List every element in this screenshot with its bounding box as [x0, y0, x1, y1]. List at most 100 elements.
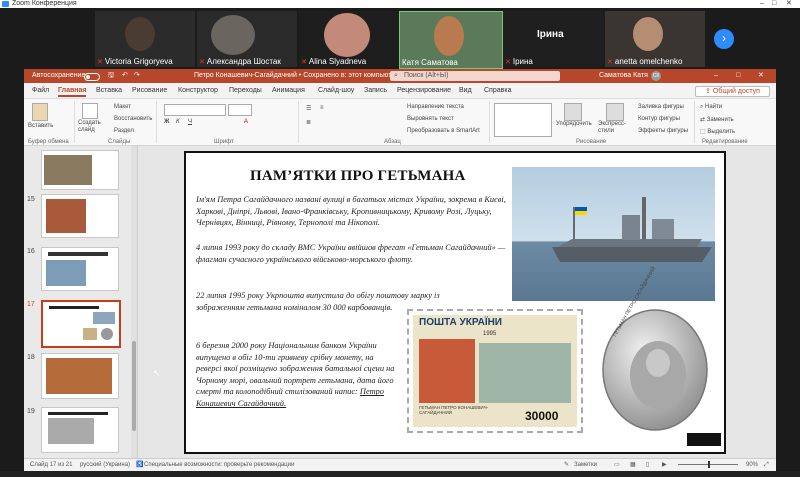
participant-tile-active[interactable]: Катя Саматова [399, 11, 503, 69]
participant-tile[interactable]: ✕ Alina Slyadneva [299, 11, 399, 67]
font-size-select[interactable] [228, 104, 252, 116]
slide-paragraph-frigate[interactable]: 4 липня 1993 року до складу ВМС України … [196, 242, 508, 265]
slide-paragraph-streets[interactable]: Ім'ям Петра Сагайдачного названі вулиці … [196, 194, 508, 229]
smartart-button[interactable]: Преобразовать в SmartArt [407, 128, 480, 134]
fit-slide-icon[interactable]: ⤢ [764, 459, 769, 471]
save-icon[interactable]: 🖫 [108, 69, 114, 83]
mic-muted-icon: ✕ [505, 59, 511, 66]
arrange-button[interactable]: Упорядочить [556, 121, 592, 127]
zoom-title-bar: Zoom Конференция – □ ✕ [0, 0, 800, 8]
font-color-icon[interactable]: A [244, 119, 248, 125]
slide-sorter-icon[interactable]: ▦ [630, 459, 636, 471]
participant-big-name: Ірина [537, 29, 564, 40]
notes-button[interactable]: Заметки [574, 459, 597, 471]
mic-muted-icon: ✕ [607, 59, 613, 66]
tab-draw[interactable]: Рисование [132, 87, 167, 94]
user-avatar[interactable]: СК [651, 71, 661, 81]
group-slides: Слайды [108, 139, 131, 145]
tab-review[interactable]: Рецензирование [397, 87, 451, 94]
search-input[interactable]: ⌕ Поиск (Alt+Ы) [390, 71, 560, 81]
select-button[interactable]: Выделить [707, 129, 735, 135]
minimize-icon[interactable]: – [760, 0, 764, 8]
slide-thumbnail[interactable] [41, 247, 119, 291]
participant-tile[interactable]: ✕ anetta omelchenko [605, 11, 705, 67]
slide-thumbnail[interactable] [41, 194, 119, 238]
italic-icon[interactable]: К [176, 119, 180, 125]
numbering-icon[interactable]: ≡ [320, 105, 324, 111]
autosave-toggle[interactable] [84, 73, 100, 81]
shape-fill-button[interactable]: Заливка фигуры [638, 104, 684, 110]
shapes-gallery[interactable] [494, 103, 552, 137]
close-icon[interactable]: ✕ [758, 69, 764, 83]
quick-styles-icon[interactable] [606, 103, 624, 121]
minimize-icon[interactable]: – [714, 69, 718, 83]
group-paragraph: Абзац [384, 139, 401, 145]
align-left-icon[interactable]: ≣ [306, 119, 311, 126]
group-editing: Редактирование [702, 139, 748, 145]
shape-outline-button[interactable]: Контур фигуры [638, 116, 680, 122]
maximize-icon[interactable]: □ [736, 69, 740, 83]
group-drawing: Рисование [576, 139, 607, 145]
arrange-icon[interactable] [564, 103, 582, 121]
slide-thumbnail-selected[interactable] [41, 300, 121, 348]
layout-button[interactable]: Макет [114, 104, 131, 110]
find-button[interactable]: Найти [705, 104, 722, 110]
tab-view[interactable]: Вид [459, 87, 472, 94]
shape-effects-button[interactable]: Эффекты фигуры [638, 128, 688, 134]
underline-icon[interactable]: Ч [188, 119, 192, 125]
tab-transitions[interactable]: Переходы [229, 87, 262, 94]
participant-tile[interactable]: Ірина ✕ Ірина [503, 11, 603, 67]
text-direction-button[interactable]: Направление текста [407, 104, 464, 110]
tab-help[interactable]: Справка [484, 87, 511, 94]
thumbnail-scrollbar[interactable] [131, 146, 137, 458]
slide-thumbnail[interactable] [41, 407, 119, 453]
new-slide-button[interactable]: Создать слайд [78, 120, 108, 134]
frigate-image[interactable] [512, 167, 715, 301]
slide-title[interactable]: ПАМ’ЯТКИ ПРО ГЕТЬМАНА [250, 168, 466, 185]
maximize-icon[interactable]: □ [772, 0, 776, 8]
slideshow-icon[interactable]: ▶ [662, 459, 667, 471]
participant-tile[interactable]: ✕ Александра Шостак [197, 11, 297, 67]
replace-button[interactable]: Заменить [707, 117, 734, 123]
user-name[interactable]: Саматова Катя [599, 69, 648, 83]
slide-thumbnail-panel: 15 16 17 18 19 [24, 146, 138, 458]
reading-view-icon[interactable]: ▯ [646, 459, 649, 471]
align-text-button[interactable]: Выровнять текст [407, 116, 454, 122]
reset-button[interactable]: Восстановить [114, 116, 152, 122]
stamp-header: ПОШТА УКРАЇНИ [419, 317, 502, 328]
tab-insert[interactable]: Вставка [96, 87, 122, 94]
undo-icon[interactable]: ↶ [122, 69, 128, 83]
tab-slideshow[interactable]: Слайд-шоу [318, 87, 354, 94]
next-page-button[interactable]: › [714, 29, 734, 49]
tab-home[interactable]: Главная [58, 87, 87, 97]
document-title[interactable]: Петро Конашевич-Сагайдачний • Сохранено … [194, 69, 399, 83]
slide-thumbnail[interactable] [41, 150, 119, 190]
bullets-icon[interactable]: ☰ [306, 105, 311, 112]
zoom-slider-thumb[interactable] [708, 461, 710, 468]
bold-icon[interactable]: Ж [164, 119, 169, 125]
quick-styles-button[interactable]: Экспресс-стили [598, 121, 628, 135]
paste-button[interactable]: Вставить [28, 123, 53, 129]
new-slide-icon[interactable] [82, 103, 98, 119]
paste-icon[interactable] [32, 103, 48, 121]
mouse-cursor-icon: ↖ [153, 368, 161, 378]
tab-design[interactable]: Конструктор [178, 87, 218, 94]
tab-file[interactable]: Файл [32, 87, 49, 94]
slide-paragraph-coin[interactable]: 6 березня 2000 року Національним банком … [196, 340, 396, 410]
participant-tile[interactable]: ✕ Victoria Grigoryeva [95, 11, 195, 67]
participant-name: Victoria Grigoryeva [104, 57, 173, 66]
zoom-level[interactable]: 90% [746, 459, 758, 471]
share-button[interactable]: ⇪ Общий доступ [695, 86, 770, 97]
tab-animations[interactable]: Анимация [272, 87, 305, 94]
font-name-select[interactable] [164, 104, 226, 116]
section-button[interactable]: Раздел [114, 128, 134, 134]
slide-thumbnail[interactable] [41, 353, 119, 399]
normal-view-icon[interactable]: ▭ [614, 459, 620, 471]
coin-image[interactable]: ГЕТЬМАН ПЕТРО САГАЙДАЧНИЙ [594, 266, 716, 435]
stamp-image[interactable]: ПОШТА УКРАЇНИ 1995 ГЕТЬМАН ПЕТРО КОНАШЕВ… [407, 309, 583, 433]
redo-icon[interactable]: ↷ [134, 69, 140, 83]
accessibility-status[interactable]: Специальные возможности: проверьте реком… [144, 459, 294, 471]
tab-record[interactable]: Запись [364, 87, 387, 94]
close-icon[interactable]: ✕ [786, 0, 792, 8]
language-status[interactable]: русский (Украина) [80, 459, 130, 471]
